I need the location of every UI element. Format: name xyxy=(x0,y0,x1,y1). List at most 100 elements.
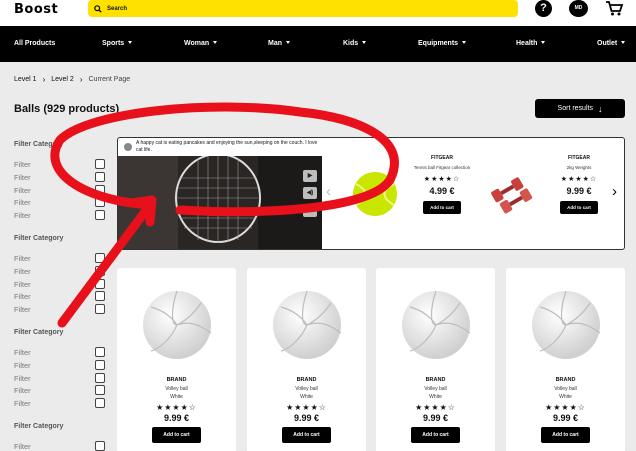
nav-item-sports[interactable]: Sports xyxy=(102,40,133,47)
logo[interactable]: Boost xyxy=(14,2,58,17)
filter-checkbox[interactable] xyxy=(95,359,105,370)
filter-option[interactable]: Filter xyxy=(14,184,106,196)
filter-checkbox[interactable] xyxy=(95,265,105,276)
filter-option[interactable]: Filter xyxy=(14,304,106,315)
filter-checkbox[interactable] xyxy=(95,398,105,409)
breadcrumb-level-1[interactable]: Level 1 xyxy=(14,76,37,83)
filter-option[interactable]: Filter xyxy=(14,159,106,170)
filter-label: Filter xyxy=(14,198,31,208)
filter-option[interactable]: Filter xyxy=(14,372,106,384)
filter-checkbox[interactable] xyxy=(95,441,105,451)
filter-label: Filter xyxy=(14,211,31,221)
product-price: 4.99 € xyxy=(429,186,455,196)
volleyball-image xyxy=(272,290,341,359)
filter-label: Filter xyxy=(14,360,31,370)
product-brand: FITGEAR xyxy=(568,155,590,161)
filter-option[interactable]: Filter xyxy=(14,197,106,208)
product-price: 9.99 € xyxy=(552,413,579,423)
filter-checkbox[interactable] xyxy=(95,278,105,289)
sort-results-button[interactable]: Sort results ↓ xyxy=(535,99,625,118)
filter-checkbox[interactable] xyxy=(95,253,105,263)
product-card[interactable]: BRAND Volley ball White ★★★★☆ 9.99 € Add to c… xyxy=(506,268,625,451)
filter-checkbox[interactable] xyxy=(95,372,105,383)
play-icon[interactable]: ▶ xyxy=(303,170,317,182)
product-card[interactable]: BRAND Volley ball White ★★★★☆ 9.99 € Add to c… xyxy=(117,268,236,451)
product-name: Tennis ball Fitgear collection xyxy=(413,165,471,170)
carousel-prev-icon[interactable]: ‹ xyxy=(326,183,331,200)
filter-option[interactable]: Filter xyxy=(14,171,106,183)
carousel-product-1[interactable]: FITGEAR 2kg Weights ★★★★☆ 9.99 € Add to … xyxy=(549,155,609,214)
filter-checkbox[interactable] xyxy=(95,197,105,208)
volume-icon[interactable]: ◀) xyxy=(303,187,317,199)
filter-option[interactable]: Filter xyxy=(14,385,106,396)
cc-icon[interactable]: CC xyxy=(303,205,317,217)
nav-item-equipments[interactable]: Equipments xyxy=(418,40,467,47)
carousel-next-icon[interactable]: › xyxy=(612,183,617,200)
filter-option[interactable]: Filter xyxy=(14,291,106,302)
nav-item-health[interactable]: Health xyxy=(516,40,546,47)
nav-label: Equipments xyxy=(418,40,459,47)
nav-item-all-products[interactable]: All Products xyxy=(14,40,55,47)
search-input[interactable]: Search xyxy=(107,6,127,12)
add-to-cart-button[interactable]: Add to cart xyxy=(411,427,460,443)
rating-stars: ★★★★☆ xyxy=(423,176,461,183)
breadcrumb-level-2[interactable]: Level 2 xyxy=(51,76,74,83)
filter-option[interactable]: Filter xyxy=(14,398,106,409)
filter-checkbox[interactable] xyxy=(95,159,105,169)
nav-item-kids[interactable]: Kids xyxy=(343,40,367,47)
carousel-product-0[interactable]: FITGEAR Tennis ball Fitgear collection ★… xyxy=(412,155,472,214)
filter-group-title: Filter Category xyxy=(14,423,64,430)
nav-item-woman[interactable]: Woman xyxy=(184,40,218,47)
filter-checkbox[interactable] xyxy=(95,184,105,195)
main-nav: All Products Sports Woman Man Kids Equip… xyxy=(0,26,636,62)
add-to-cart-button[interactable]: Add to cart xyxy=(560,201,598,214)
tennis-ball-image xyxy=(353,172,397,216)
nav-item-outlet[interactable]: Outlet xyxy=(597,40,626,47)
filter-group-title: Filter Category xyxy=(14,235,64,242)
caret-down-icon xyxy=(286,41,290,44)
filter-option[interactable]: Filter xyxy=(14,441,106,451)
rating-stars: ★★★★☆ xyxy=(545,403,586,412)
nav-label: Health xyxy=(516,40,538,47)
product-card[interactable]: BRAND Volley ball White ★★★★☆ 9.99 € Add to c… xyxy=(376,268,495,451)
breadcrumb-current: Current Page xyxy=(88,76,131,83)
video-caption-text: A happy cat is eating pancakes and enjoy… xyxy=(136,140,318,153)
filter-checkbox[interactable] xyxy=(95,347,105,357)
video-caption: A happy cat is eating pancakes and enjoy… xyxy=(118,138,322,156)
caret-down-icon xyxy=(541,41,546,44)
filter-label: Filter xyxy=(14,172,31,182)
cart-icon[interactable] xyxy=(604,0,624,17)
filter-checkbox[interactable] xyxy=(95,291,105,302)
filter-checkbox[interactable] xyxy=(95,210,105,221)
add-to-cart-button[interactable]: Add to cart xyxy=(282,427,331,443)
chevron-right-icon: › xyxy=(79,75,83,84)
volleyball-image xyxy=(531,290,600,359)
arrow-down-icon: ↓ xyxy=(597,103,603,114)
volleyball-image xyxy=(401,290,470,359)
product-card[interactable]: BRAND Volley ball White ★★★★☆ 9.99 € Add to c… xyxy=(247,268,366,451)
add-to-cart-button[interactable]: Add to cart xyxy=(423,201,461,214)
filter-option[interactable]: Filter xyxy=(14,359,106,371)
search-bar[interactable]: Search xyxy=(88,0,518,17)
filter-label: Filter xyxy=(14,442,31,451)
filter-checkbox[interactable] xyxy=(95,171,105,182)
filter-option[interactable]: Filter xyxy=(14,347,106,358)
filter-option[interactable]: Filter xyxy=(14,210,106,221)
video-player[interactable]: A happy cat is eating pancakes and enjoy… xyxy=(118,138,322,249)
caret-down-icon xyxy=(462,41,467,44)
product-color: White xyxy=(170,394,183,400)
search-icon xyxy=(94,4,102,13)
nav-label: Woman xyxy=(184,40,210,47)
avatar[interactable]: MD xyxy=(569,0,588,17)
add-to-cart-button[interactable]: Add to cart xyxy=(152,427,201,443)
filter-checkbox[interactable] xyxy=(95,304,105,315)
nav-item-man[interactable]: Man xyxy=(268,40,290,47)
filter-option[interactable]: Filter xyxy=(14,253,106,264)
rating-stars: ★★★★☆ xyxy=(415,403,456,412)
add-to-cart-button[interactable]: Add to cart xyxy=(541,427,590,443)
filter-option[interactable]: Filter xyxy=(14,265,106,277)
help-icon[interactable]: ? xyxy=(535,0,552,17)
filter-option[interactable]: Filter xyxy=(14,278,106,290)
rating-stars: ★★★★☆ xyxy=(156,403,197,412)
filter-checkbox[interactable] xyxy=(95,385,105,396)
